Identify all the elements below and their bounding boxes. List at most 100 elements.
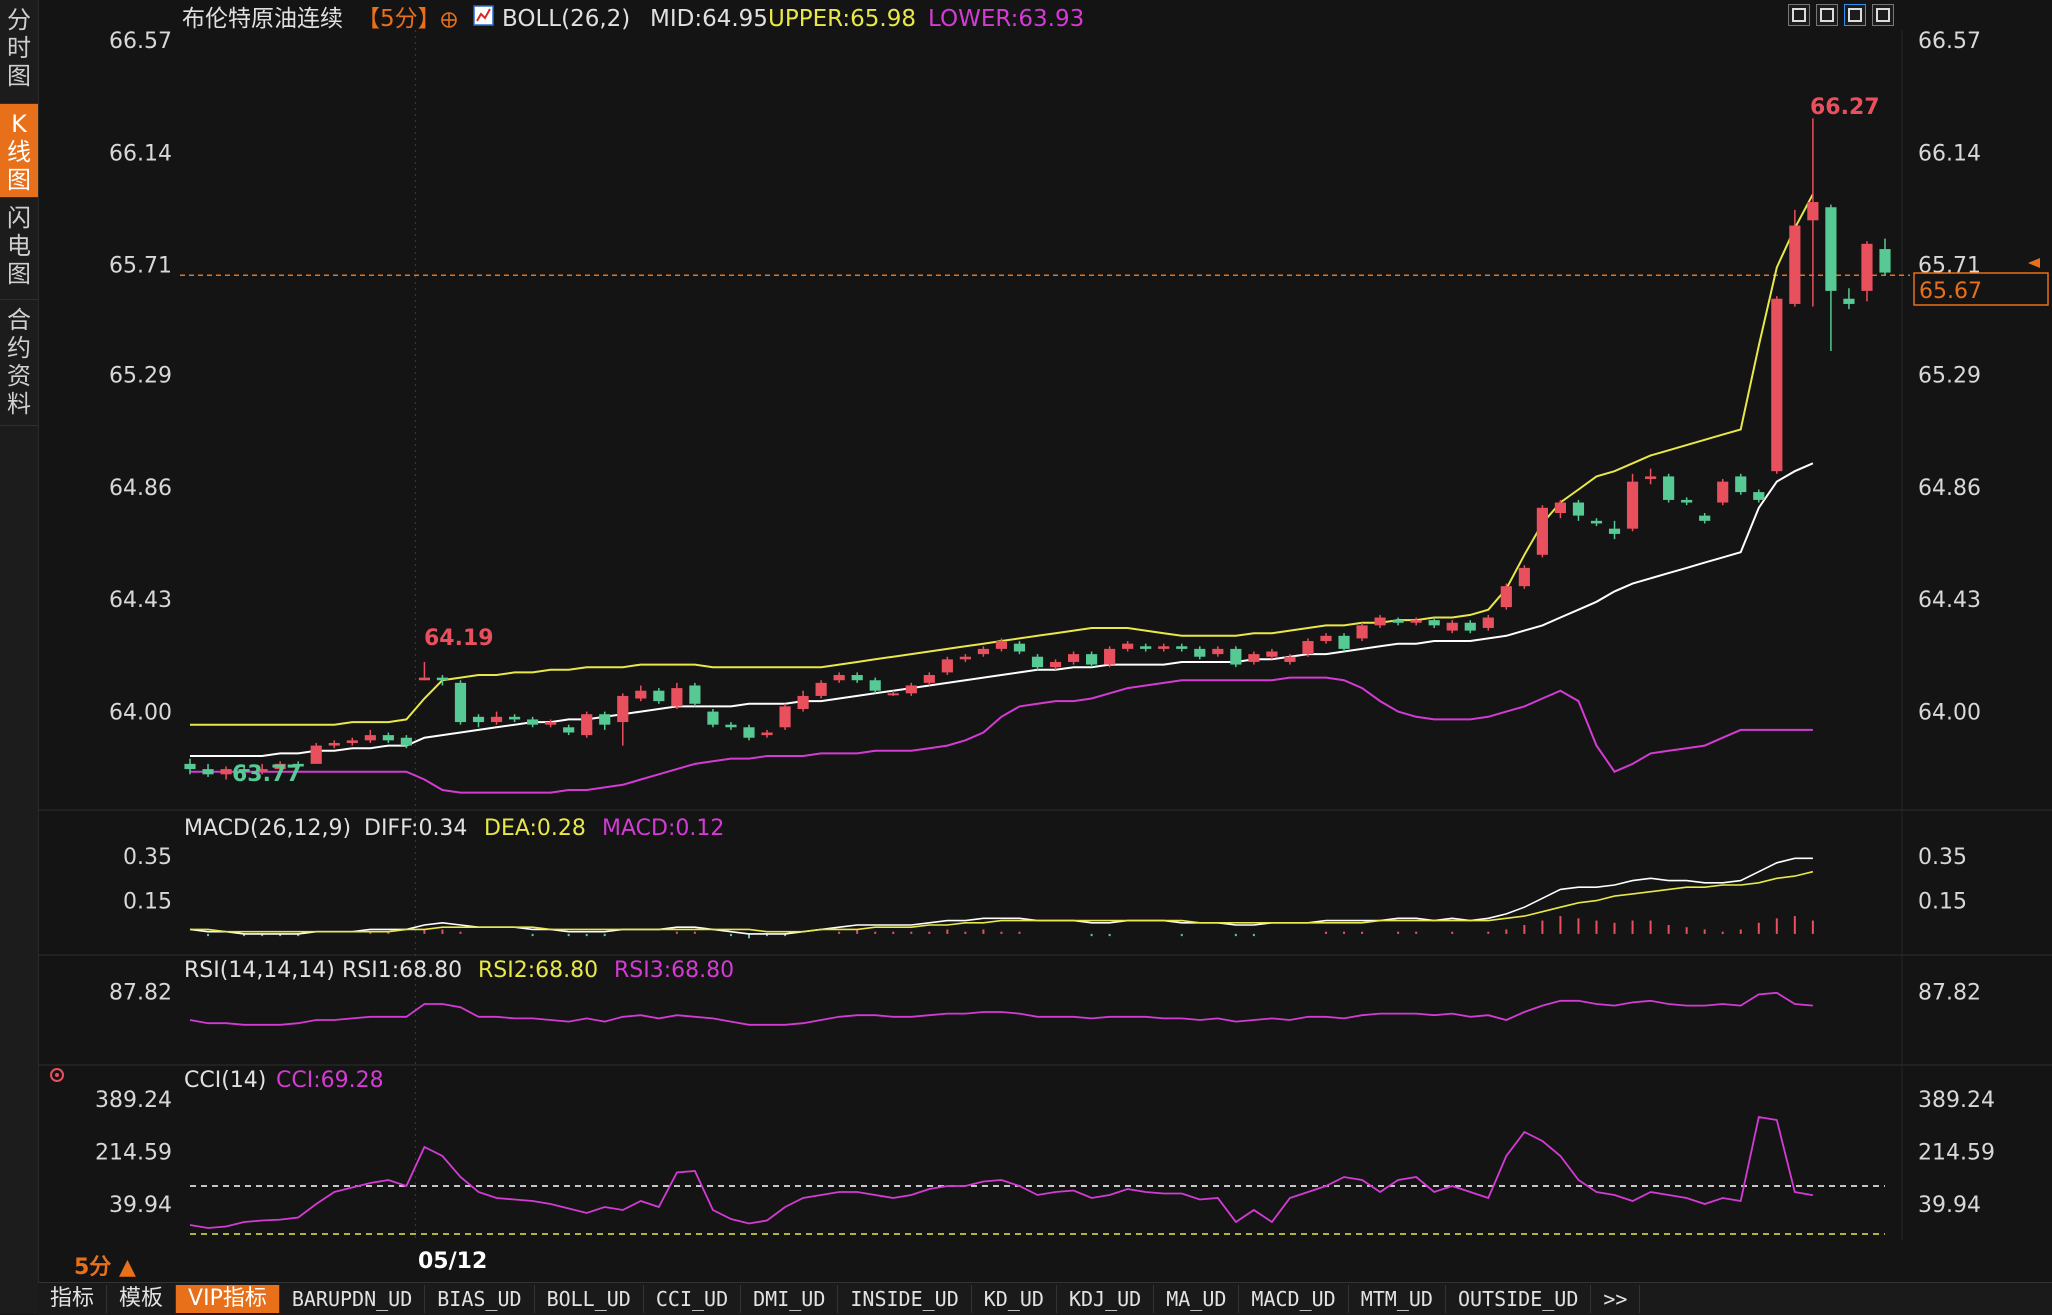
- candle-body: [436, 677, 449, 681]
- candle-body: [797, 695, 809, 709]
- candle-body: [400, 737, 412, 746]
- cci-tick-left-0: 389.24: [95, 1088, 172, 1113]
- macd-diff: DIFF:0.34: [364, 816, 467, 841]
- candle-body: [1825, 207, 1837, 291]
- candle-body: [1500, 586, 1512, 608]
- candle-body: [707, 711, 719, 725]
- indicator-tab-dmi-ud[interactable]: DMI_UD: [741, 1285, 839, 1313]
- candle-body: [1681, 499, 1693, 503]
- macd-tick-right-0: 0.35: [1918, 845, 1967, 870]
- candle-body: [1608, 528, 1621, 534]
- indicator-tab-inside-ud[interactable]: INSIDE_UD: [838, 1285, 972, 1313]
- candle-body: [454, 682, 467, 723]
- rsi-title: RSI(14,14,14): [184, 958, 335, 983]
- candle-body: [851, 675, 863, 681]
- indicator-tab-templates[interactable]: 模板: [107, 1285, 177, 1313]
- indicator-tab-cci-ud[interactable]: CCI_UD: [644, 1285, 742, 1313]
- cci-value: CCI:69.28: [276, 1068, 384, 1093]
- indicator-tab-kdj-ud[interactable]: KDJ_UD: [1057, 1285, 1155, 1313]
- date-label: 05/12: [418, 1249, 487, 1274]
- candle-body: [1843, 298, 1855, 304]
- candle-body: [1374, 617, 1386, 626]
- cci-title: CCI(14): [184, 1068, 266, 1093]
- price-tick-right-6: 64.00: [1918, 701, 1981, 726]
- candle-body: [1572, 502, 1585, 516]
- candle-body: [1753, 492, 1765, 500]
- candle-body: [1392, 620, 1404, 623]
- indicator-tab-bias-ud[interactable]: BIAS_UD: [425, 1285, 535, 1313]
- indicator-tab-macd-ud[interactable]: MACD_UD: [1239, 1285, 1349, 1313]
- candle-body: [1464, 622, 1476, 631]
- macd-value: MACD:0.12: [602, 816, 724, 841]
- indicator-tab-mtm-ud[interactable]: MTM_UD: [1349, 1285, 1446, 1313]
- indicator-chart-icon[interactable]: [473, 5, 494, 26]
- candle-body: [815, 682, 827, 696]
- crosshair-icon[interactable]: [441, 12, 457, 28]
- candle-body: [1626, 481, 1639, 529]
- candle-body: [635, 690, 647, 699]
- layout-chart-icon: [1848, 8, 1862, 22]
- candle-body: [1518, 567, 1530, 587]
- settings-gear-icon[interactable]: [50, 1068, 64, 1082]
- indicator-tab-more[interactable]: >>: [1591, 1285, 1641, 1313]
- candle-body: [1104, 648, 1116, 665]
- low-price-label: 63.77: [232, 762, 302, 787]
- price-tick-left-2: 65.71: [109, 254, 172, 279]
- instrument-title: 布伦特原油连续: [182, 6, 343, 32]
- candle-body: [1735, 476, 1747, 493]
- rsi-tick-left-0: 87.82: [109, 980, 172, 1005]
- candle-body: [761, 732, 773, 736]
- candle-body: [1049, 661, 1062, 668]
- candle-body: [779, 706, 791, 728]
- candle-body: [1807, 202, 1819, 221]
- candle-body: [725, 724, 737, 728]
- price-tick-right-3: 65.29: [1918, 363, 1981, 388]
- candle-body: [995, 641, 1008, 649]
- rsi-1: RSI1:68.80: [342, 958, 462, 983]
- period-selector[interactable]: 5分 ▲: [74, 1249, 136, 1281]
- swing-high-label: 64.19: [424, 626, 494, 651]
- indicator-tab-kd-ud[interactable]: KD_UD: [972, 1285, 1057, 1313]
- layout-chart-button[interactable]: [1844, 4, 1866, 26]
- boll-lower: LOWER:63.93: [928, 6, 1084, 32]
- candle-body: [1644, 476, 1657, 480]
- price-tick-left-0: 66.57: [109, 29, 172, 54]
- indicator-tab-vip[interactable]: VIP指标: [176, 1285, 280, 1313]
- candle-body: [202, 769, 214, 775]
- rsi-2: RSI2:68.80: [478, 958, 598, 983]
- macd-diff-line: [189, 857, 1813, 935]
- indicator-tab-boll-ud[interactable]: BOLL_UD: [535, 1285, 644, 1313]
- candle-body: [1536, 507, 1548, 555]
- price-tick-left-4: 64.86: [109, 476, 172, 501]
- candle-body: [1067, 654, 1080, 662]
- candle-body: [328, 742, 340, 746]
- cci-tick-left-2: 39.94: [109, 1193, 172, 1218]
- candle-body: [1194, 648, 1206, 657]
- indicator-tab-ma-ud[interactable]: MA_UD: [1154, 1285, 1240, 1313]
- indicator-tab-outside-ud[interactable]: OUTSIDE_UD: [1446, 1285, 1592, 1313]
- candle-body: [653, 690, 665, 702]
- candle-body: [959, 656, 971, 660]
- candle-body: [869, 680, 881, 691]
- candle-body: [923, 675, 935, 683]
- macd-tick-left-1: 0.15: [123, 890, 172, 915]
- candle-body: [1428, 620, 1440, 626]
- candle-body: [1482, 617, 1494, 628]
- cci-tick-right-2: 39.94: [1918, 1193, 1981, 1218]
- indicator-tab-indicators[interactable]: 指标: [38, 1285, 108, 1313]
- candle-body: [364, 735, 376, 741]
- candle-body: [545, 722, 557, 725]
- candle-body: [1122, 643, 1134, 649]
- indicator-tab-barupdn-ud[interactable]: BARUPDN_UD: [280, 1285, 426, 1313]
- layout-expand-button[interactable]: [1872, 4, 1894, 26]
- price-tick-left-3: 65.29: [109, 363, 172, 388]
- candle-body: [1031, 656, 1044, 668]
- candle-body: [418, 677, 431, 681]
- layout-bars-button[interactable]: [1816, 4, 1838, 26]
- candle-body: [1140, 646, 1152, 649]
- candle-body: [617, 695, 629, 723]
- kline-chart[interactable]: 66.57 66.5766.14 66.1465.71 65.7165.29 65.29…: [0, 0, 2052, 1282]
- layout-grid-button[interactable]: [1788, 4, 1810, 26]
- candle-body: [472, 716, 485, 723]
- candle-body: [346, 740, 358, 743]
